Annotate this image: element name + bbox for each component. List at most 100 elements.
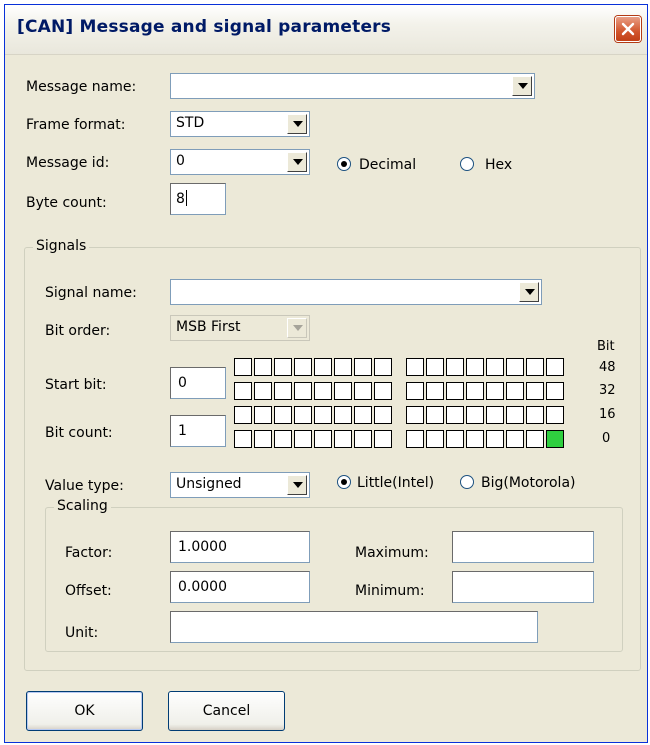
- bit-cell[interactable]: [234, 406, 252, 424]
- chevron-down-icon: [293, 482, 303, 488]
- offset-input[interactable]: 0.0000: [170, 571, 310, 603]
- bit-cell[interactable]: [374, 406, 392, 424]
- bit-cell[interactable]: [506, 430, 524, 448]
- minimum-input[interactable]: [452, 571, 594, 603]
- bit-cell[interactable]: [406, 382, 424, 400]
- frame-format-value: STD: [176, 115, 205, 131]
- cancel-button[interactable]: Cancel: [168, 691, 285, 731]
- bit-count-input[interactable]: 1: [170, 415, 226, 447]
- bit-cell[interactable]: [526, 406, 544, 424]
- bit-cell[interactable]: [294, 406, 312, 424]
- endian-little-label[interactable]: Little(Intel): [357, 475, 434, 491]
- bit-cell[interactable]: [446, 430, 464, 448]
- bit-cell[interactable]: [234, 430, 252, 448]
- bit-cell[interactable]: [486, 430, 504, 448]
- bit-cell[interactable]: [506, 382, 524, 400]
- bit-cell[interactable]: [354, 382, 372, 400]
- bit-cell[interactable]: [526, 358, 544, 376]
- radix-hex-label[interactable]: Hex: [485, 157, 512, 173]
- bit-cell[interactable]: [294, 358, 312, 376]
- byte-count-input[interactable]: 8: [170, 183, 226, 215]
- bit-cell[interactable]: [234, 358, 252, 376]
- offset-label: Offset:: [65, 583, 112, 599]
- bit-cell[interactable]: [486, 358, 504, 376]
- bit-cell[interactable]: [334, 406, 352, 424]
- bit-cell[interactable]: [254, 358, 272, 376]
- bit-cell[interactable]: [426, 358, 444, 376]
- endian-big-label[interactable]: Big(Motorola): [481, 475, 576, 491]
- bit-cell[interactable]: [446, 358, 464, 376]
- bit-cell[interactable]: [254, 382, 272, 400]
- bit-cell[interactable]: [314, 406, 332, 424]
- bit-cell[interactable]: [274, 382, 292, 400]
- bit-cell[interactable]: [294, 382, 312, 400]
- bit-cell[interactable]: [274, 406, 292, 424]
- bit-cell[interactable]: [466, 382, 484, 400]
- signal-name-dropdown-button[interactable]: [519, 282, 539, 302]
- bit-cell[interactable]: [234, 382, 252, 400]
- endian-little-radio[interactable]: [337, 475, 351, 489]
- radix-decimal-label[interactable]: Decimal: [359, 157, 416, 173]
- value-type-dropdown-button[interactable]: [287, 475, 307, 495]
- endian-big-radio[interactable]: [460, 475, 474, 489]
- bit-cell[interactable]: [506, 406, 524, 424]
- bit-cell[interactable]: [354, 358, 372, 376]
- bit-cell[interactable]: [314, 430, 332, 448]
- bit-count-value: 1: [178, 423, 187, 439]
- close-button[interactable]: [615, 16, 641, 42]
- bit-cell[interactable]: [506, 358, 524, 376]
- bit-cell[interactable]: [334, 382, 352, 400]
- bit-cell[interactable]: [374, 382, 392, 400]
- message-id-dropdown-button[interactable]: [287, 152, 307, 172]
- bit-cell[interactable]: [374, 358, 392, 376]
- ok-button[interactable]: OK: [26, 691, 143, 731]
- bit-cell[interactable]: [374, 430, 392, 448]
- chevron-down-icon: [525, 289, 535, 295]
- bit-cell[interactable]: [486, 406, 504, 424]
- bit-cell[interactable]: [526, 382, 544, 400]
- bit-cell[interactable]: [546, 382, 564, 400]
- bit-cell[interactable]: [406, 430, 424, 448]
- bit-cell[interactable]: [314, 358, 332, 376]
- bit-cell[interactable]: [274, 358, 292, 376]
- bit-cell[interactable]: [486, 382, 504, 400]
- bit-cell[interactable]: [466, 358, 484, 376]
- bit-cell[interactable]: [314, 382, 332, 400]
- bit-cell[interactable]: [334, 430, 352, 448]
- value-type-combo[interactable]: Unsigned: [170, 472, 310, 498]
- message-id-combo[interactable]: 0: [170, 149, 310, 175]
- bit-cell[interactable]: [546, 406, 564, 424]
- bit-cell[interactable]: [446, 382, 464, 400]
- bit-cell[interactable]: [406, 406, 424, 424]
- bit-cell[interactable]: [446, 406, 464, 424]
- bit-cell[interactable]: [254, 430, 272, 448]
- bit-cell[interactable]: [354, 406, 372, 424]
- bit-cell[interactable]: [466, 430, 484, 448]
- frame-format-dropdown-button[interactable]: [287, 114, 307, 134]
- bit-cell[interactable]: [406, 358, 424, 376]
- bit-cell[interactable]: [466, 406, 484, 424]
- maximum-input[interactable]: [452, 531, 594, 563]
- bit-cell[interactable]: [546, 430, 564, 448]
- signal-name-combo[interactable]: [170, 279, 542, 305]
- bit-cell[interactable]: [334, 358, 352, 376]
- window-title: [CAN] Message and signal parameters: [17, 17, 392, 37]
- bit-cell[interactable]: [426, 430, 444, 448]
- bit-cell[interactable]: [274, 430, 292, 448]
- bit-cell[interactable]: [354, 430, 372, 448]
- bit-cell[interactable]: [426, 406, 444, 424]
- frame-format-combo[interactable]: STD: [170, 111, 310, 137]
- radix-decimal-radio[interactable]: [337, 157, 351, 171]
- bit-cell[interactable]: [526, 430, 544, 448]
- message-name-combo[interactable]: [170, 73, 535, 99]
- factor-input[interactable]: 1.0000: [170, 531, 310, 563]
- bit-cell[interactable]: [546, 358, 564, 376]
- unit-input[interactable]: [170, 611, 538, 643]
- bit-cell[interactable]: [294, 430, 312, 448]
- bit-cell[interactable]: [426, 382, 444, 400]
- message-name-label: Message name:: [26, 79, 137, 95]
- radix-hex-radio[interactable]: [460, 157, 474, 171]
- message-name-dropdown-button[interactable]: [512, 76, 532, 96]
- start-bit-input[interactable]: 0: [170, 367, 226, 399]
- bit-cell[interactable]: [254, 406, 272, 424]
